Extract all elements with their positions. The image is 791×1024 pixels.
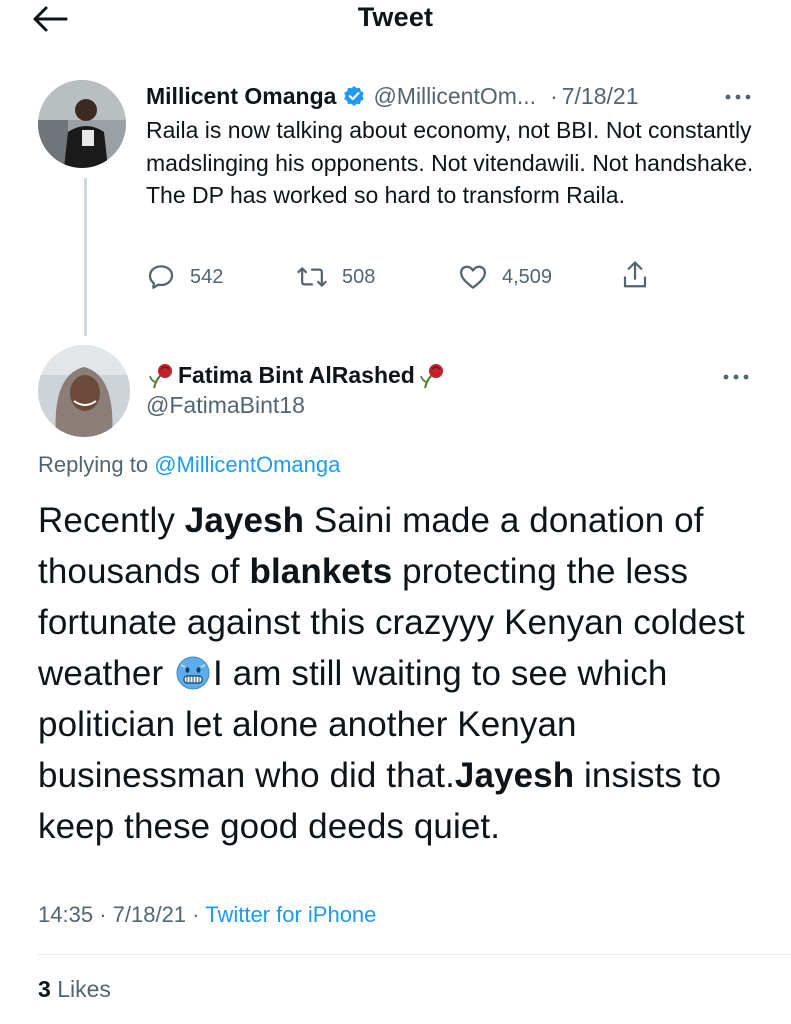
top-bar: Tweet (0, 0, 791, 42)
parent-tweet-header: Millicent Omanga @MillicentOm... · 7/18/… (146, 80, 639, 112)
separator-dot: · (550, 82, 558, 109)
replying-to-label: Replying to (38, 452, 149, 477)
body-bold-text: blankets (249, 552, 393, 591)
reply-icon (148, 265, 174, 289)
body-bold-text: Jayesh (184, 501, 305, 540)
tweet-time: 14:35 (38, 902, 94, 927)
replying-to-link[interactable]: @MillicentOmanga (154, 452, 340, 477)
separator-dot: · (192, 902, 200, 927)
avatar-fatima[interactable] (38, 345, 130, 437)
body-bold-text: Jayesh (454, 756, 575, 795)
cold-face-emoji-icon (175, 654, 211, 690)
more-options-icon[interactable] (722, 90, 754, 102)
reply-author-handle[interactable]: @FatimaBint18 (146, 392, 305, 419)
page-title: Tweet (357, 2, 434, 32)
wilted-rose-icon (417, 360, 447, 390)
likes-label: Likes (57, 976, 111, 1002)
like-count: 4,509 (502, 265, 553, 288)
retweet-button[interactable]: 508 (296, 262, 375, 292)
reply-button[interactable]: 542 (146, 262, 223, 292)
likes-count: 3 (38, 976, 51, 1002)
author-name[interactable]: Millicent Omanga (146, 83, 336, 110)
avatar-millicent[interactable] (38, 80, 126, 168)
likes-summary[interactable]: 3 Likes (38, 976, 111, 1003)
thread-connector-line (84, 178, 87, 336)
tweet-meta: 14:35 · 7/18/21 · Twitter for iPhone (38, 902, 376, 928)
reply-author-name[interactable]: Fatima Bint AlRashed (178, 362, 415, 389)
retweet-count: 508 (342, 265, 376, 288)
tweet-source-link[interactable]: Twitter for iPhone (205, 902, 376, 927)
like-button[interactable]: 4,509 (458, 262, 552, 292)
body-text: Recently (38, 501, 185, 540)
tweet-date: 7/18/21 (112, 902, 187, 927)
separator-dot: · (99, 902, 107, 927)
tweet-date[interactable]: 7/18/21 (562, 83, 639, 110)
more-options-icon[interactable] (720, 370, 752, 382)
divider (38, 954, 791, 955)
wilted-rose-icon (146, 360, 176, 390)
replying-to-line: Replying to @MillicentOmanga (38, 452, 340, 478)
reply-tweet-text: Recently Jayesh Saini made a donation of… (38, 495, 768, 852)
heart-icon (460, 265, 486, 289)
retweet-icon (297, 267, 327, 287)
author-handle[interactable]: @MillicentOm... (373, 83, 536, 110)
share-button[interactable] (620, 258, 650, 292)
verified-badge-icon (343, 85, 365, 107)
reply-count: 542 (190, 265, 224, 288)
share-icon (623, 261, 647, 288)
reply-author-row: Fatima Bint AlRashed (146, 358, 447, 392)
parent-tweet-text: Raila is now talking about economy, not … (146, 117, 754, 208)
